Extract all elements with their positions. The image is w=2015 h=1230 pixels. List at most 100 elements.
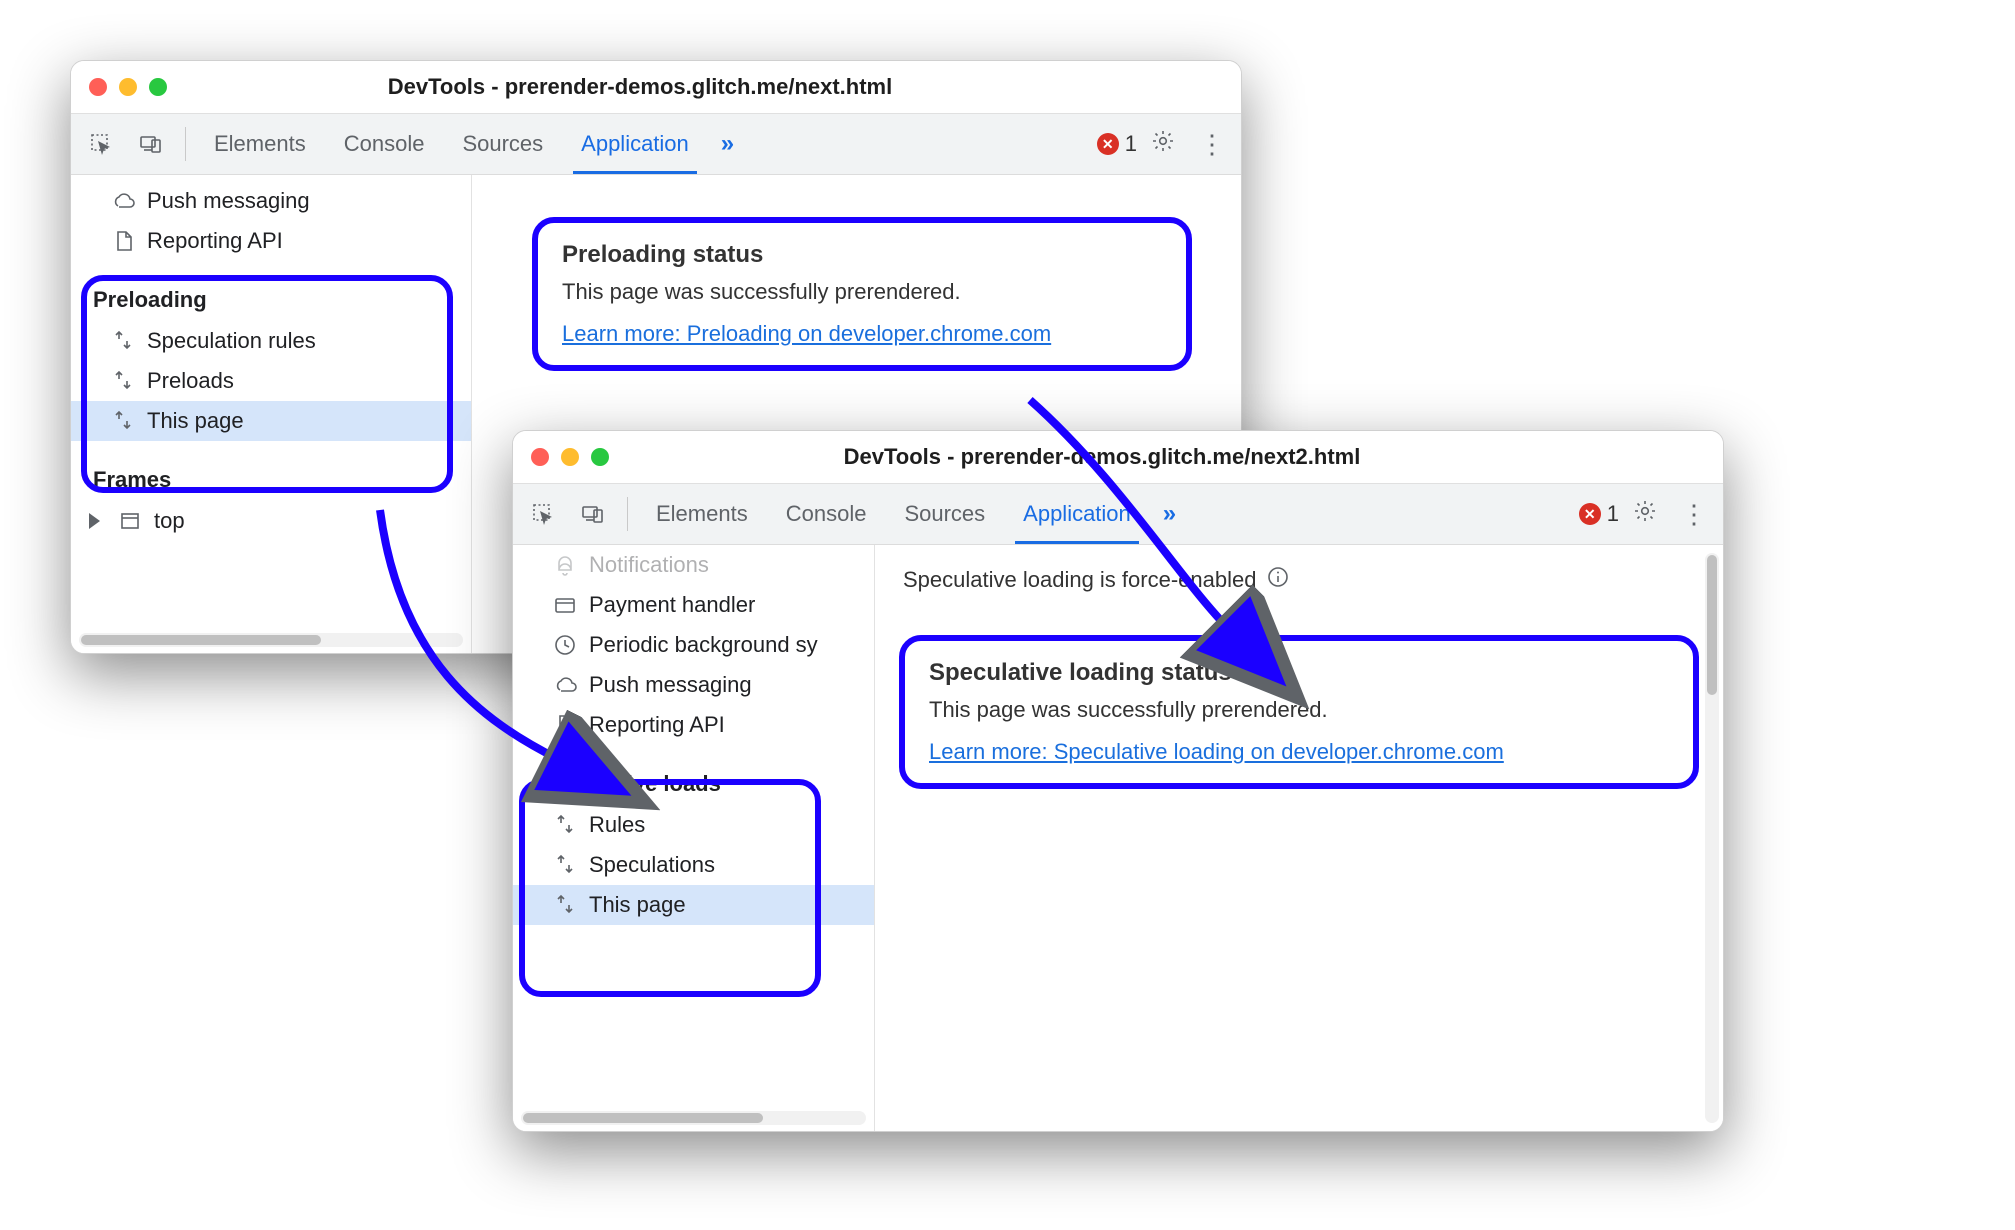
zoom-icon[interactable]: [149, 78, 167, 96]
sidebar-item-this-page[interactable]: This page: [71, 401, 471, 441]
status-body: This page was successfully prerendered.: [929, 697, 1669, 723]
sidebar-section-frames[interactable]: Frames: [71, 459, 471, 501]
tab-elements[interactable]: Elements: [198, 114, 322, 174]
sidebar-item-label: Reporting API: [589, 712, 725, 738]
preload-icon: [111, 369, 135, 393]
errors-count: 1: [1125, 131, 1137, 157]
status-heading: Speculative loading status: [929, 659, 1669, 687]
cloud-icon: [111, 189, 135, 213]
sidebar-section-preloading[interactable]: Preloading: [71, 279, 471, 321]
sidebar-item-label: This page: [589, 892, 686, 918]
preload-icon: [111, 409, 135, 433]
sidebar-item-label: Notifications: [589, 552, 709, 578]
more-tabs-icon[interactable]: »: [721, 130, 731, 158]
sidebar-item-preloads[interactable]: Preloads: [71, 361, 471, 401]
preload-icon: [111, 329, 135, 353]
tab-application[interactable]: Application: [1007, 484, 1147, 544]
status-callout: Preloading status This page was successf…: [532, 217, 1192, 371]
horizontal-scrollbar[interactable]: [521, 1111, 866, 1125]
vertical-scrollbar[interactable]: [1705, 553, 1719, 1123]
sidebar-item-label: Speculations: [589, 852, 715, 878]
tab-elements[interactable]: Elements: [640, 484, 764, 544]
tab-sources[interactable]: Sources: [446, 114, 559, 174]
tab-console[interactable]: Console: [328, 114, 441, 174]
close-icon[interactable]: [89, 78, 107, 96]
tab-strip: Elements Console Sources Application » ✕…: [71, 114, 1241, 175]
zoom-icon[interactable]: [591, 448, 609, 466]
document-icon: [553, 713, 577, 737]
traffic-lights: [531, 448, 609, 466]
titlebar: DevTools - prerender-demos.glitch.me/nex…: [513, 431, 1723, 484]
sidebar-item-payment-handler[interactable]: Payment handler: [513, 585, 874, 625]
error-icon: ✕: [1097, 133, 1119, 155]
tab-strip: Elements Console Sources Application » ✕…: [513, 484, 1723, 545]
settings-icon[interactable]: [1633, 499, 1659, 530]
errors-count: 1: [1607, 501, 1619, 527]
device-toolbar-icon[interactable]: [129, 131, 173, 157]
sidebar-item-rules[interactable]: Rules: [513, 805, 874, 845]
note-text: Speculative loading is force-enabled: [903, 567, 1256, 593]
frame-icon: [118, 509, 142, 533]
minimize-icon[interactable]: [561, 448, 579, 466]
close-icon[interactable]: [531, 448, 549, 466]
sidebar-item-reporting-api[interactable]: Reporting API: [513, 705, 874, 745]
sidebar-section-speculative-loads[interactable]: Speculative loads: [513, 763, 874, 805]
settings-icon[interactable]: [1151, 129, 1177, 160]
errors-badge[interactable]: ✕ 1: [1097, 131, 1137, 157]
inspect-icon[interactable]: [521, 501, 565, 527]
sidebar-item-label: Speculation rules: [147, 328, 316, 354]
sidebar-item-reporting-api[interactable]: Reporting API: [71, 221, 471, 261]
sidebar-item-label: Rules: [589, 812, 645, 838]
document-icon: [111, 229, 135, 253]
device-toolbar-icon[interactable]: [571, 501, 615, 527]
sidebar-item-push-messaging[interactable]: Push messaging: [513, 665, 874, 705]
errors-badge[interactable]: ✕ 1: [1579, 501, 1619, 527]
cloud-icon: [553, 673, 577, 697]
learn-more-link[interactable]: Learn more: Speculative loading on devel…: [929, 739, 1504, 764]
sidebar: Notifications Payment handler Periodic b…: [513, 545, 875, 1131]
sidebar-item-speculation-rules[interactable]: Speculation rules: [71, 321, 471, 361]
titlebar: DevTools - prerender-demos.glitch.me/nex…: [71, 61, 1241, 114]
more-tabs-icon[interactable]: »: [1163, 500, 1173, 528]
sidebar-item-speculations[interactable]: Speculations: [513, 845, 874, 885]
kebab-menu-icon[interactable]: ⋮: [1199, 129, 1225, 160]
force-enabled-note: Speculative loading is force-enabled: [903, 565, 1699, 595]
window-title: DevTools - prerender-demos.glitch.me/nex…: [177, 74, 1223, 100]
status-body: This page was successfully prerendered.: [562, 279, 1162, 305]
sidebar-item-label: Preloads: [147, 368, 234, 394]
inspect-icon[interactable]: [79, 131, 123, 157]
sidebar-item-this-page[interactable]: This page: [513, 885, 874, 925]
preload-icon: [553, 853, 577, 877]
divider: [185, 127, 186, 161]
sidebar-item-push-messaging[interactable]: Push messaging: [71, 181, 471, 221]
status-heading: Preloading status: [562, 241, 1162, 269]
clock-icon: [553, 633, 577, 657]
card-icon: [553, 593, 577, 617]
preload-icon: [553, 893, 577, 917]
sidebar-item-periodic-bg-sync[interactable]: Periodic background sy: [513, 625, 874, 665]
window-title: DevTools - prerender-demos.glitch.me/nex…: [619, 444, 1705, 470]
sidebar-item-notifications[interactable]: Notifications: [513, 545, 874, 585]
preload-icon: [553, 813, 577, 837]
kebab-menu-icon[interactable]: ⋮: [1681, 499, 1707, 530]
tab-sources[interactable]: Sources: [888, 484, 1001, 544]
info-icon[interactable]: [1266, 565, 1290, 595]
horizontal-scrollbar[interactable]: [79, 633, 463, 647]
learn-more-link[interactable]: Learn more: Preloading on developer.chro…: [562, 321, 1051, 346]
sidebar-item-label: Push messaging: [589, 672, 752, 698]
sidebar-item-label: top: [154, 508, 185, 534]
tab-console[interactable]: Console: [770, 484, 883, 544]
sidebar-item-label: Periodic background sy: [589, 632, 818, 658]
tab-application[interactable]: Application: [565, 114, 705, 174]
bell-icon: [553, 553, 577, 577]
error-icon: ✕: [1579, 503, 1601, 525]
sidebar-item-label: Payment handler: [589, 592, 755, 618]
content-panel: Speculative loading is force-enabled Spe…: [875, 545, 1723, 1131]
minimize-icon[interactable]: [119, 78, 137, 96]
divider: [627, 497, 628, 531]
sidebar-item-top-frame[interactable]: top: [71, 501, 471, 541]
devtools-window-b: DevTools - prerender-demos.glitch.me/nex…: [512, 430, 1724, 1132]
sidebar-item-label: Push messaging: [147, 188, 310, 214]
status-callout: Speculative loading status This page was…: [899, 635, 1699, 789]
sidebar: Push messaging Reporting API Preloading …: [71, 175, 472, 653]
